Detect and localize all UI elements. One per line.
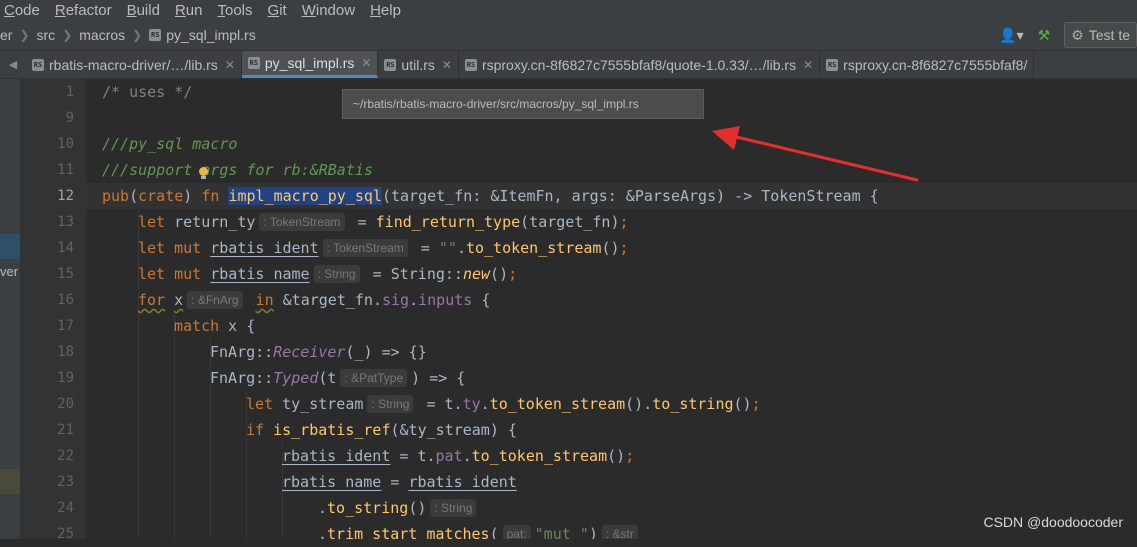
line-number[interactable]: 11	[40, 157, 74, 183]
left-tool-strip[interactable]: ver	[0, 79, 20, 539]
close-icon[interactable]: ✕	[225, 58, 235, 72]
rust-file-icon: RS	[826, 58, 839, 71]
code-line-12: pub(crate) fn impl_macro_py_sql(target_f…	[102, 187, 879, 205]
rust-file-icon: RS	[32, 58, 44, 71]
line-number[interactable]: 19	[40, 365, 74, 391]
lightbulb-icon[interactable]	[198, 167, 208, 181]
code-line-23: rbatis_name = rbatis_ident	[282, 473, 517, 491]
strip-marker	[0, 469, 20, 494]
line-number[interactable]: 22	[40, 443, 74, 469]
code-line-10: ///py_sql macro	[102, 135, 238, 153]
test-config-icon: ⚙	[1071, 26, 1084, 43]
code-line-25: .trim_start_matches(pat: "mut "): &str	[318, 521, 642, 539]
code-line-13: let return_ty: TokenStream = find_return…	[138, 212, 629, 231]
close-icon[interactable]: ✕	[442, 58, 452, 72]
line-number[interactable]: 10	[40, 131, 74, 157]
tab-path-tooltip: ~/rbatis/rbatis-macro-driver/src/macros/…	[342, 89, 704, 119]
indent-guide	[174, 313, 175, 539]
code-line-20: let ty_stream: String = t.ty.to_token_st…	[246, 394, 761, 413]
user-icon[interactable]: 👤▾	[999, 27, 1023, 44]
code-line-17: match x {	[174, 317, 256, 335]
editor-tab-bar: ◀ RS rbatis-macro-driver/…/lib.rs ✕ RS p…	[0, 51, 1137, 79]
line-number[interactable]: 21	[40, 417, 74, 443]
code-line-11: ///support args for rb:&RBatis	[102, 161, 373, 179]
run-configuration-selector[interactable]: ⚙ Test te	[1064, 22, 1137, 48]
line-number[interactable]: 1	[40, 79, 74, 105]
line-number[interactable]: 18	[40, 339, 74, 365]
code-line-19: FnArg::Typed(t: &PatType) => {	[210, 368, 466, 387]
line-number[interactable]: 24	[40, 495, 74, 521]
menu-bar: Code Refactor Build Run Tools Git Window Help	[0, 0, 1137, 20]
line-number[interactable]: 13	[40, 209, 74, 235]
rust-file-icon: RS	[384, 58, 397, 71]
breadcrumb-item-macros[interactable]: macros	[79, 27, 125, 43]
menu-item-code[interactable]: Code	[4, 2, 40, 19]
code-line-14: let mut rbatis_ident: TokenStream = "".t…	[138, 238, 629, 257]
watermark: CSDN @doodoocoder	[983, 514, 1123, 530]
tab-quote-lib-rs[interactable]: RS rsproxy.cn-8f6827c7555bfaf8/quote-1.0…	[459, 51, 821, 78]
code-line-22: rbatis_ident = t.pat.to_token_stream();	[282, 447, 635, 465]
code-line-24: .to_string(): String	[318, 495, 480, 521]
breadcrumb-item-project[interactable]: er	[0, 27, 12, 43]
menu-item-help[interactable]: Help	[370, 2, 401, 19]
toolbar-right: 👤▾ ⚒ ⚙ Test te	[985, 20, 1137, 50]
code-editor[interactable]: /* uses */ ///py_sql macro ///support ar…	[86, 79, 1137, 539]
chevron-right-icon: ❯	[62, 28, 73, 42]
line-number[interactable]: 20	[40, 391, 74, 417]
tab-rsproxy[interactable]: RS rsproxy.cn-8f6827c7555bfaf8/	[820, 51, 1035, 78]
menu-item-tools[interactable]: Tools	[217, 2, 252, 19]
tab-util-rs[interactable]: RS util.rs ✕	[378, 51, 459, 78]
line-number[interactable]: 23	[40, 469, 74, 495]
close-icon[interactable]: ✕	[361, 56, 371, 70]
line-number[interactable]: 25	[40, 521, 74, 547]
line-number[interactable]: 15	[40, 261, 74, 287]
line-number-gutter[interactable]: 1 9 10 11 12 13 14 15 16 17 18 19 20 21 22 23 24 25	[20, 79, 99, 542]
code-line-16: for x: &FnArg in &target_fn.sig.inputs {	[138, 290, 491, 309]
line-number[interactable]: 9	[40, 105, 74, 131]
strip-highlight	[0, 234, 20, 259]
tab-lib-rs[interactable]: RS rbatis-macro-driver/…/lib.rs ✕	[26, 51, 242, 78]
code-line-15: let mut rbatis_name: String = String::ne…	[138, 264, 518, 283]
structure-panel-label: ver	[0, 264, 19, 279]
navigation-bar: er ❯ src ❯ macros ❯ RS py_sql_impl.rs 👤▾…	[0, 20, 1137, 51]
close-icon[interactable]: ✕	[803, 58, 813, 72]
chevron-right-icon: ❯	[132, 28, 143, 42]
code-line-21: if is_rbatis_ref(&ty_stream) {	[246, 421, 517, 439]
menu-item-build[interactable]: Build	[127, 2, 160, 19]
menu-item-window[interactable]: Window	[302, 2, 355, 19]
rust-file-icon: RS	[149, 29, 162, 41]
menu-item-refactor[interactable]: Refactor	[55, 2, 112, 19]
line-number[interactable]: 14	[40, 235, 74, 261]
line-number[interactable]: 12	[40, 183, 74, 209]
rust-file-icon: RS	[464, 58, 477, 71]
menu-item-run[interactable]: Run	[175, 2, 203, 19]
code-line-18: FnArg::Receiver(_) => {}	[210, 343, 427, 361]
rust-file-icon: RS	[247, 57, 260, 69]
tab-py-sql-impl[interactable]: RS py_sql_impl.rs ✕	[241, 51, 379, 78]
chevron-right-icon: ❯	[19, 28, 30, 42]
line-number[interactable]: 17	[40, 313, 74, 339]
build-hammer-icon[interactable]: ⚒	[1038, 27, 1051, 44]
tab-scroll-arrow-icon[interactable]: ◀	[0, 51, 26, 78]
line-number[interactable]: 16	[40, 287, 74, 313]
breadcrumb-item-src[interactable]: src	[37, 27, 56, 43]
code-line-1: /* uses */	[102, 83, 193, 101]
menu-item-git[interactable]: Git	[268, 2, 287, 19]
breadcrumb-item-file[interactable]: RS py_sql_impl.rs	[149, 27, 256, 43]
